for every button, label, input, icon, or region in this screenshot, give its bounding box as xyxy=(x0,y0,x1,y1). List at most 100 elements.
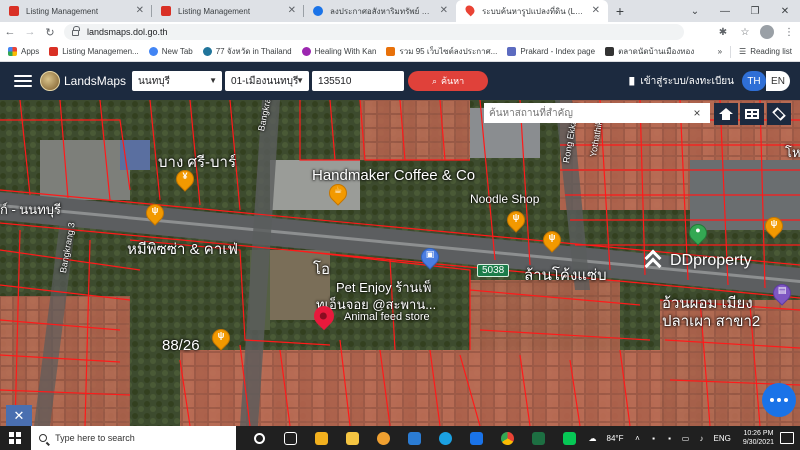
login-label: เข้าสู่ระบบ/ลงทะเบียน xyxy=(640,75,734,87)
layers-button[interactable] xyxy=(767,103,791,125)
close-tab-icon[interactable]: ✕ xyxy=(440,5,448,16)
weather-icon[interactable]: ☁ xyxy=(587,434,599,443)
map-label: Noodle Shop xyxy=(470,192,540,206)
window-controls: ⌄ — ❐ ✕ xyxy=(680,0,800,22)
windows-taskbar: Type here to search ☁ 84°F ˄ ▪ ▪ ▭ ♪ ENG xyxy=(0,426,800,450)
parcel-number-input[interactable] xyxy=(312,71,405,91)
hamburger-menu-icon[interactable] xyxy=(14,75,32,87)
clear-search-button[interactable]: × xyxy=(684,103,710,123)
cortana-icon[interactable] xyxy=(244,426,275,450)
browser-tab[interactable]: ลงประกาศอสังหาริมทรัพย์ - BaanFinder ✕ xyxy=(304,0,456,22)
edge-icon[interactable] xyxy=(430,426,461,450)
lang-en-button[interactable]: EN xyxy=(766,71,790,91)
lock-icon[interactable] xyxy=(72,26,80,36)
tray-app-icon[interactable]: ▪ xyxy=(664,434,676,443)
reading-list-button[interactable]: Reading list xyxy=(750,47,792,56)
poi-cafe-icon[interactable]: ☕ xyxy=(325,180,351,206)
bookmarks-bar: Apps Listing Managemen... New Tab 77 จัง… xyxy=(0,42,800,62)
forward-icon[interactable]: → xyxy=(20,26,40,38)
input-language[interactable]: ENG xyxy=(714,434,731,443)
watermark-text: DDproperty xyxy=(670,252,752,269)
poi-restaurant-icon[interactable]: ψ xyxy=(208,325,234,351)
toolbar-actions: ✱ ☆ ⋮ xyxy=(712,25,800,39)
profile-avatar-icon[interactable] xyxy=(760,25,774,39)
bookmark-apps[interactable]: Apps xyxy=(8,47,39,56)
app-icon[interactable] xyxy=(368,426,399,450)
landsmaps-header: LandsMaps นนทบุรี ▼ 01-เมืองนนทบุรี ▼ ⌕ … xyxy=(0,62,800,100)
photos-icon[interactable] xyxy=(461,426,492,450)
close-tab-icon[interactable]: ✕ xyxy=(288,5,296,16)
poi-shop-icon[interactable]: ▤ xyxy=(769,280,795,306)
bookmark-item[interactable]: 77 จังหวัด in Thailand xyxy=(202,45,292,58)
province-select[interactable]: นนทบุรี ▼ xyxy=(132,71,223,91)
browser-tab-active[interactable]: ระบบค้นหารูปแปลงที่ดิน (LandsMaps) ✕ xyxy=(456,0,608,22)
close-window-icon[interactable]: ✕ xyxy=(770,6,800,17)
more-options-button[interactable] xyxy=(762,383,796,417)
store-icon[interactable] xyxy=(306,426,337,450)
satellite-map[interactable]: บาง ศรี-บาร์ Handmaker Coffee & Co Noodl… xyxy=(0,100,800,426)
start-button[interactable] xyxy=(4,426,25,450)
bookmark-item[interactable]: Prakard - Index page xyxy=(507,47,595,56)
volume-icon[interactable]: ♪ xyxy=(696,434,708,443)
wordpress-icon xyxy=(202,47,212,56)
extensions-icon[interactable]: ✱ xyxy=(712,27,734,38)
browser-tab-strip: Listing Management ✕ Listing Management … xyxy=(0,0,800,22)
bookmark-item[interactable]: Listing Managemen... xyxy=(49,47,139,56)
tray-app-icon[interactable]: ▪ xyxy=(648,434,660,443)
parcel-grid-button[interactable] xyxy=(740,103,764,125)
address-bar[interactable]: landsmaps.dol.go.th xyxy=(64,24,684,40)
bookmark-item[interactable]: ตลาดนัดบ้านเมืองทอง xyxy=(605,45,694,58)
notifications-icon[interactable] xyxy=(780,432,794,444)
poi-pet-store-icon[interactable]: ▣ xyxy=(417,244,443,270)
minimize-icon[interactable]: — xyxy=(710,6,740,17)
lang-th-button[interactable]: TH xyxy=(742,71,766,91)
line-icon[interactable] xyxy=(554,426,585,450)
bookmark-label: Healing With Kan xyxy=(314,47,377,56)
weather-temp[interactable]: 84°F xyxy=(607,434,624,443)
bookmark-label: Apps xyxy=(21,47,40,56)
district-select[interactable]: 01-เมืองนนทบุรี ▼ xyxy=(225,71,310,91)
poi-restaurant-icon[interactable]: ψ xyxy=(142,200,168,226)
close-tab-icon[interactable]: ✕ xyxy=(592,5,600,16)
province-value: นนทบุรี xyxy=(138,75,171,87)
close-tab-icon[interactable]: ✕ xyxy=(136,5,144,16)
home-button[interactable] xyxy=(714,103,738,125)
login-button[interactable]: เข้าสู่ระบบ/ลงทะเบียน xyxy=(629,74,734,89)
chrome-icon[interactable] xyxy=(492,426,523,450)
bookmarks-right: » ☰ Reading list xyxy=(718,45,800,58)
mail-icon[interactable] xyxy=(399,426,430,450)
browser-toolbar: ← → ↻ landsmaps.dol.go.th ✱ ☆ ⋮ xyxy=(0,22,800,42)
poi-park-icon[interactable]: ● xyxy=(685,220,711,246)
poi-restaurant-icon[interactable]: ψ xyxy=(761,213,787,239)
taskbar-search[interactable]: Type here to search xyxy=(31,426,236,450)
task-view-icon[interactable] xyxy=(275,426,306,450)
reload-icon[interactable]: ↻ xyxy=(40,26,60,39)
bookmark-item[interactable]: Healing With Kan xyxy=(301,47,377,56)
poi-restaurant-icon[interactable]: ψ xyxy=(539,227,565,253)
browser-menu-icon[interactable]: ⋮ xyxy=(778,27,800,38)
new-tab-button[interactable]: + xyxy=(608,0,632,22)
reading-list-icon[interactable]: ☰ xyxy=(739,47,746,56)
search-button[interactable]: ⌕ ค้นหา xyxy=(408,71,489,91)
place-search-input[interactable] xyxy=(484,103,684,123)
tab-search-icon[interactable]: ⌄ xyxy=(680,6,710,17)
bookmarks-overflow-button[interactable]: » xyxy=(718,47,722,56)
tools-icon[interactable]: ✕ xyxy=(6,405,32,426)
chevron-up-icon[interactable]: ˄ xyxy=(632,434,644,443)
bookmark-item[interactable]: รวม 95 เว็บไซต์ลงประกาศ... xyxy=(386,45,497,58)
file-explorer-icon[interactable] xyxy=(337,426,368,450)
map-label: ล้านโค้งแซ่บ xyxy=(524,267,607,284)
clock-time: 10:26 PM xyxy=(743,430,774,437)
excel-icon[interactable] xyxy=(523,426,554,450)
bookmark-star-icon[interactable]: ☆ xyxy=(734,27,756,38)
poi-restaurant-icon[interactable]: ψ xyxy=(503,207,529,233)
bookmark-item[interactable]: New Tab xyxy=(148,47,193,56)
back-icon[interactable]: ← xyxy=(0,26,20,38)
clock[interactable]: 10:26 PM 9/30/2021 xyxy=(743,429,774,447)
poi-bar-icon[interactable]: ¥ xyxy=(172,166,198,192)
restore-icon[interactable]: ❐ xyxy=(740,6,770,17)
browser-tab[interactable]: Listing Management ✕ xyxy=(152,0,304,22)
baanfinder-favicon-icon xyxy=(313,6,323,16)
browser-tab[interactable]: Listing Management ✕ xyxy=(0,0,152,22)
network-icon[interactable]: ▭ xyxy=(680,434,692,443)
